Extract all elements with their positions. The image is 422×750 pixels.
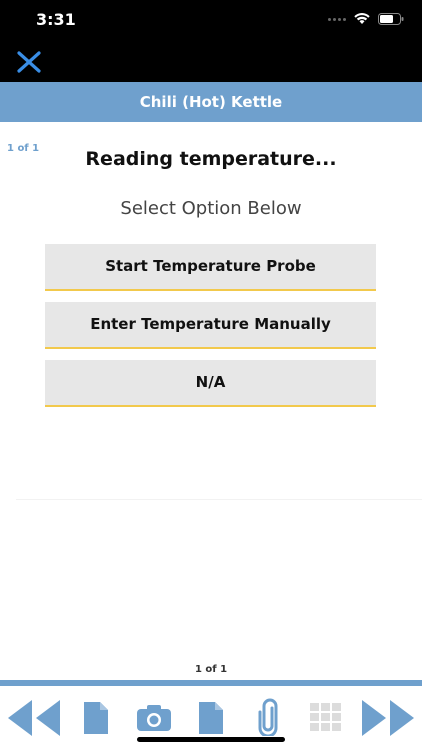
document-icon[interactable] <box>82 700 110 736</box>
status-bar: 3:31 <box>0 0 422 40</box>
start-temperature-probe-button[interactable]: Start Temperature Probe <box>45 244 376 291</box>
wifi-icon <box>354 13 370 24</box>
status-icons <box>328 13 404 25</box>
step-heading: Reading temperature... <box>85 148 337 170</box>
home-indicator <box>137 737 285 742</box>
step-subheading: Select Option Below <box>120 198 302 219</box>
status-time: 3:31 <box>36 10 76 29</box>
cellular-signal-icon <box>328 17 346 21</box>
previous-icon[interactable] <box>6 698 62 738</box>
camera-icon[interactable] <box>136 704 172 732</box>
enter-temperature-manually-button[interactable]: Enter Temperature Manually <box>45 302 376 349</box>
page-indicator-bottom: 1 of 1 <box>194 664 228 675</box>
next-icon[interactable] <box>360 698 416 738</box>
close-icon[interactable] <box>14 48 44 76</box>
document-icon[interactable] <box>197 700 225 736</box>
page-title: Chili (Hot) Kettle <box>0 82 422 122</box>
divider <box>16 499 422 500</box>
nav-bar <box>0 40 422 82</box>
paperclip-icon[interactable] <box>256 698 280 736</box>
battery-icon <box>378 13 404 25</box>
grid-icon[interactable] <box>309 702 343 732</box>
na-button[interactable]: N/A <box>45 360 376 407</box>
